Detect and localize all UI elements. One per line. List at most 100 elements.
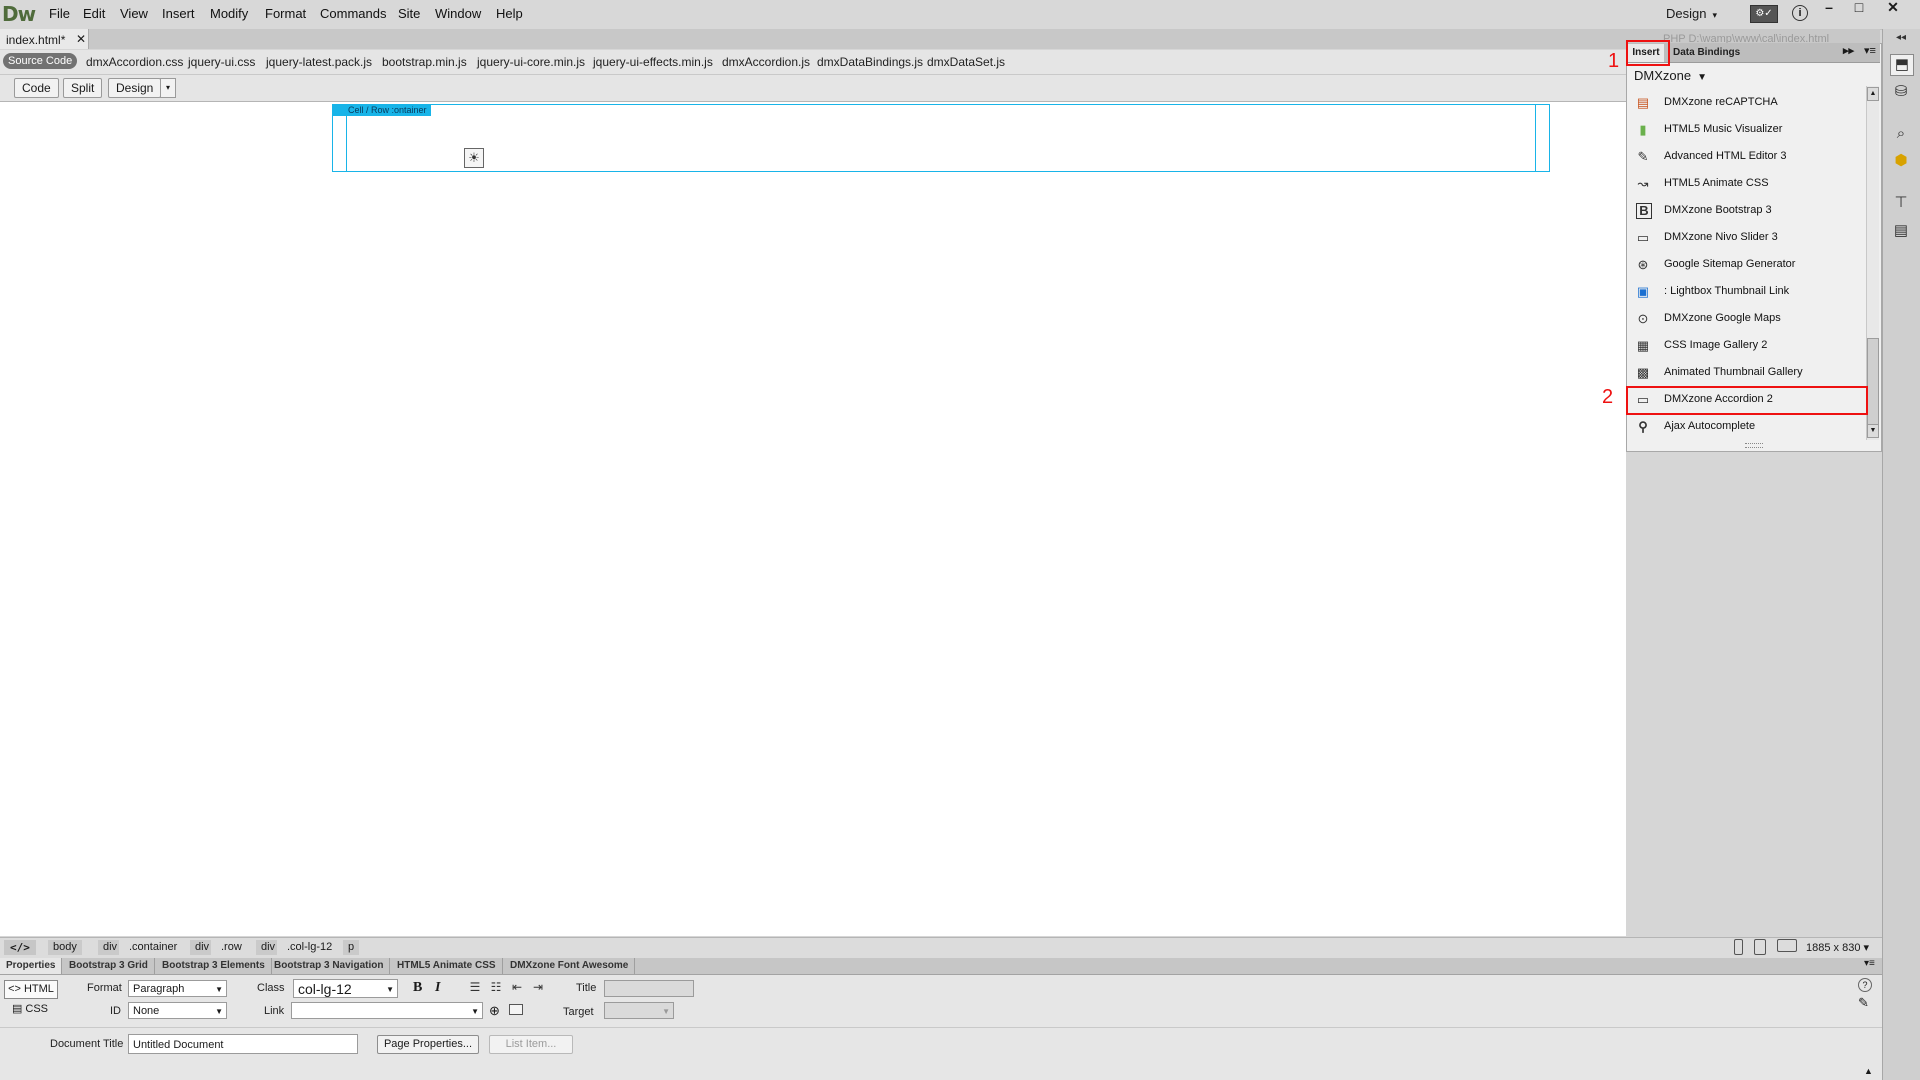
maximize-icon[interactable]: □ (1846, 0, 1872, 16)
insert-item-css-image-gallery[interactable]: ▦ CSS Image Gallery 2 (1626, 332, 1866, 359)
point-to-file-icon[interactable]: ⊕ (489, 1003, 500, 1019)
placeholder-icon[interactable]: ☀ (464, 148, 484, 168)
close-window-icon[interactable]: ✕ (1880, 0, 1906, 16)
insert-item-lightbox-thumbnail[interactable]: ▣ : Lightbox Thumbnail Link (1626, 278, 1866, 305)
tab-html5-animate-css[interactable]: HTML5 Animate CSS (391, 958, 503, 974)
outdent-icon[interactable]: ⇤ (509, 980, 525, 994)
minimize-icon[interactable]: – (1816, 0, 1842, 16)
source-code-tab[interactable]: Source Code (3, 53, 78, 69)
format-select[interactable]: Paragraph ▼ (128, 980, 227, 997)
split-view-button[interactable]: Split (63, 78, 103, 98)
tab-bootstrap-navigation[interactable]: Bootstrap 3 Navigation (268, 958, 391, 974)
panel-resize-grip[interactable] (1745, 443, 1763, 448)
category-dropdown[interactable]: DMXzone ▼ (1634, 68, 1707, 83)
browse-folder-icon[interactable] (509, 1004, 523, 1015)
related-file[interactable]: jquery-ui.css (188, 55, 255, 69)
related-file[interactable]: dmxDataBindings.js (817, 55, 923, 69)
mobile-size-icon[interactable] (1734, 939, 1743, 955)
css-mode-button[interactable]: ▤ CSS (4, 1001, 56, 1018)
help-icon[interactable]: ? (1858, 978, 1872, 992)
design-canvas[interactable] (0, 102, 1626, 936)
scroll-down-icon[interactable]: ▼ (1867, 424, 1879, 438)
insert-item-animate-css[interactable]: ↝ HTML5 Animate CSS (1626, 170, 1866, 197)
title-input[interactable] (604, 980, 694, 997)
tab-font-awesome[interactable]: DMXzone Font Awesome (504, 958, 636, 974)
italic-button[interactable]: I (435, 980, 440, 996)
edit-rule-icon[interactable]: ✎ (1858, 995, 1869, 1011)
insert-item-recaptcha[interactable]: ▤ DMXzone reCAPTCHA (1626, 89, 1866, 116)
related-file[interactable]: dmxDataSet.js (927, 55, 1005, 69)
related-file[interactable]: jquery-ui-core.min.js (477, 55, 585, 69)
sync-settings-icon[interactable]: ⚙✓ (1750, 5, 1778, 23)
page-properties-button[interactable]: Page Properties... (377, 1035, 479, 1054)
code-tag-icon[interactable]: </> (4, 940, 36, 955)
related-file[interactable]: jquery-latest.pack.js (266, 55, 372, 69)
menu-view[interactable]: View (120, 6, 148, 21)
related-file[interactable]: jquery-ui-effects.min.js (593, 55, 713, 69)
tag-row-class[interactable]: .row (216, 940, 247, 955)
insert-item-music-visualizer[interactable]: ▮ HTML5 Music Visualizer (1626, 116, 1866, 143)
collapse-strip-icon[interactable]: ◂◂ (1890, 33, 1912, 43)
menu-format[interactable]: Format (265, 6, 306, 21)
menu-window[interactable]: Window (435, 6, 481, 21)
document-tab[interactable]: index.html* ✕ (0, 29, 89, 49)
menu-help[interactable]: Help (496, 6, 523, 21)
html-mode-button[interactable]: <> HTML (4, 980, 58, 999)
class-select[interactable]: col-lg-12 ▼ (293, 979, 398, 998)
tab-bootstrap-elements[interactable]: Bootstrap 3 Elements (156, 958, 272, 974)
assets-icon[interactable]: ⬢ (1890, 151, 1912, 171)
menu-site[interactable]: Site (398, 6, 420, 21)
tab-properties[interactable]: Properties (0, 958, 63, 974)
collapse-panel-icon[interactable]: ▸▸ (1843, 44, 1854, 57)
insert-item-html-editor[interactable]: ✎ Advanced HTML Editor 3 (1626, 143, 1866, 170)
insert-item-google-maps[interactable]: ⊙ DMXzone Google Maps (1626, 305, 1866, 332)
tag-p[interactable]: p (343, 940, 360, 955)
collapse-properties-icon[interactable]: ▲ (1864, 1066, 1873, 1076)
insert-panel-icon[interactable]: ⬒ (1890, 54, 1914, 76)
scrollbar-thumb[interactable] (1867, 338, 1879, 426)
scroll-up-icon[interactable]: ▲ (1867, 87, 1879, 101)
code-view-button[interactable]: Code (14, 78, 59, 98)
menu-edit[interactable]: Edit (83, 6, 105, 21)
workspace-switcher[interactable]: Design ▾ (1666, 6, 1717, 21)
id-select[interactable]: None ▼ (128, 1002, 227, 1019)
related-file[interactable]: dmxAccordion.css (86, 55, 183, 69)
indent-icon[interactable]: ⇥ (530, 980, 546, 994)
menu-modify[interactable]: Modify (210, 6, 248, 21)
tab-data-bindings[interactable]: Data Bindings (1673, 47, 1740, 58)
tag-col-class[interactable]: .col-lg-12 (282, 940, 337, 955)
close-tab-icon[interactable]: ✕ (76, 32, 86, 46)
design-view-button[interactable]: Design (108, 78, 162, 98)
dom-icon[interactable]: ⊤ (1890, 193, 1912, 213)
panel-menu-icon[interactable]: ▾≡ (1864, 44, 1876, 57)
related-file[interactable]: bootstrap.min.js (382, 55, 467, 69)
tab-bootstrap-grid[interactable]: Bootstrap 3 Grid (63, 958, 155, 974)
view-options-dropdown[interactable]: ▾ (160, 78, 176, 98)
ordered-list-icon[interactable]: ☷ (488, 980, 504, 994)
menu-file[interactable]: File (49, 6, 70, 21)
tag-container-class[interactable]: .container (124, 940, 182, 955)
code-navigator-icon[interactable]: ⌕ (1890, 124, 1912, 144)
tag-div[interactable]: div (190, 940, 212, 955)
tag-div[interactable]: div (98, 940, 120, 955)
tablet-size-icon[interactable] (1754, 939, 1766, 955)
window-size-dropdown[interactable]: 1885 x 830 ▾ (1806, 941, 1869, 954)
row-outline[interactable] (346, 104, 1536, 172)
insert-item-animated-thumbnail-gallery[interactable]: ▩ Animated Thumbnail Gallery (1626, 359, 1866, 386)
databases-icon[interactable]: ⛁ (1890, 82, 1912, 102)
unordered-list-icon[interactable]: ☰ (467, 980, 483, 994)
info-icon[interactable]: i (1792, 5, 1808, 21)
tag-div[interactable]: div (256, 940, 278, 955)
link-input[interactable]: ▼ (291, 1002, 483, 1019)
desktop-size-icon[interactable] (1777, 939, 1797, 952)
document-title-input[interactable]: Untitled Document (128, 1034, 358, 1054)
insert-item-nivo-slider[interactable]: ▭ DMXzone Nivo Slider 3 (1626, 224, 1866, 251)
snippets-icon[interactable]: ▤ (1890, 221, 1912, 241)
element-selector-label[interactable]: Cell / Row :ontainer (332, 104, 431, 116)
properties-menu-icon[interactable]: ▾≡ (1864, 958, 1875, 969)
target-select[interactable]: ▼ (604, 1002, 674, 1019)
bold-button[interactable]: B (413, 980, 422, 996)
menu-insert[interactable]: Insert (162, 6, 195, 21)
insert-item-ajax-autocomplete[interactable]: ⚲ Ajax Autocomplete (1626, 413, 1866, 440)
tag-body[interactable]: body (48, 940, 82, 955)
